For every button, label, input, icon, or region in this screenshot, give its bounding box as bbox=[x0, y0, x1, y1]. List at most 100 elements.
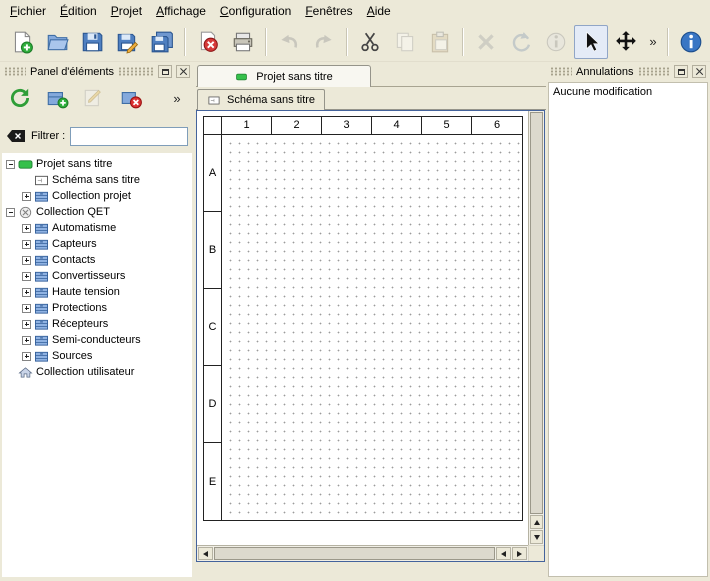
menu-fichier[interactable]: Fichier bbox=[3, 1, 53, 21]
expander-icon[interactable] bbox=[22, 304, 31, 313]
new-element-button[interactable] bbox=[42, 83, 72, 113]
tree-item-collection-qet[interactable]: Collection QET bbox=[2, 204, 192, 220]
save-as-button[interactable] bbox=[110, 25, 144, 59]
paste-button[interactable] bbox=[423, 25, 457, 59]
schema-tab[interactable]: Schéma sans titre bbox=[197, 89, 325, 110]
expander-icon[interactable] bbox=[6, 160, 15, 169]
expander-icon[interactable] bbox=[22, 192, 31, 201]
expander-icon[interactable] bbox=[22, 256, 31, 265]
float-icon bbox=[678, 69, 685, 75]
scroll-left-button-secondary[interactable] bbox=[496, 547, 511, 560]
tree-item-capteurs[interactable]: Capteurs bbox=[2, 236, 192, 252]
vertical-scrollbar[interactable] bbox=[528, 111, 544, 545]
undo-history-list[interactable]: Aucune modification bbox=[548, 82, 708, 577]
close-panel-button[interactable] bbox=[176, 65, 190, 78]
close-file-button[interactable] bbox=[191, 25, 225, 59]
menu-fenetres[interactable]: Fenêtres bbox=[298, 1, 359, 21]
horizontal-scrollbar[interactable] bbox=[197, 545, 528, 561]
tree-item-semi-conducteurs[interactable]: Semi-conducteurs bbox=[2, 332, 192, 348]
backspace-clear-icon[interactable] bbox=[6, 129, 26, 143]
tree-item-collection-projet[interactable]: Collection projet bbox=[2, 188, 192, 204]
expander-icon[interactable] bbox=[22, 320, 31, 329]
open-document-button[interactable] bbox=[40, 25, 74, 59]
toolbar-separator bbox=[346, 28, 348, 56]
tree-item-project[interactable]: Projet sans titre bbox=[2, 156, 192, 172]
expander-icon[interactable] bbox=[22, 288, 31, 297]
menubar: Fichier Édition Projet Affichage Configu… bbox=[0, 0, 710, 22]
main-toolbar: » bbox=[0, 22, 710, 62]
tree-item-sources[interactable]: Sources bbox=[2, 348, 192, 364]
redo-button[interactable] bbox=[307, 25, 341, 59]
tree-item-label: Haute tension bbox=[52, 286, 120, 298]
info-circle-icon bbox=[544, 30, 568, 54]
element-info-button[interactable] bbox=[539, 25, 573, 59]
tree-item-haute-tension[interactable]: Haute tension bbox=[2, 284, 192, 300]
tree-item-recepteurs[interactable]: Récepteurs bbox=[2, 316, 192, 332]
grip-icon[interactable] bbox=[118, 67, 154, 76]
tree-item-protections[interactable]: Protections bbox=[2, 300, 192, 316]
scroll-left-button[interactable] bbox=[198, 547, 213, 560]
print-button[interactable] bbox=[226, 25, 260, 59]
pan-mode-button[interactable] bbox=[609, 25, 643, 59]
menu-affichage[interactable]: Affichage bbox=[149, 1, 213, 21]
vertical-scrollbar-thumb[interactable] bbox=[530, 112, 543, 514]
scroll-up-button[interactable] bbox=[530, 515, 543, 529]
open-folder-icon bbox=[45, 30, 69, 54]
expander-icon[interactable] bbox=[22, 240, 31, 249]
delete-button[interactable] bbox=[469, 25, 503, 59]
expander-icon[interactable] bbox=[22, 272, 31, 281]
scroll-down-button[interactable] bbox=[530, 530, 543, 544]
filter-label: Filtrer : bbox=[31, 130, 65, 142]
row-header: D bbox=[204, 366, 222, 443]
cursor-arrow-icon bbox=[579, 30, 603, 54]
elements-panel-titlebar[interactable]: Panel d'éléments bbox=[2, 64, 192, 79]
rotate-button[interactable] bbox=[504, 25, 538, 59]
undo-panel-titlebar[interactable]: Annulations bbox=[548, 64, 708, 79]
save-all-button[interactable] bbox=[145, 25, 179, 59]
grip-icon[interactable] bbox=[4, 67, 26, 76]
about-button[interactable] bbox=[674, 25, 708, 59]
tree-item-label: Collection QET bbox=[36, 206, 110, 218]
application-window: Fichier Édition Projet Affichage Configu… bbox=[0, 0, 710, 581]
edit-element-button[interactable] bbox=[79, 83, 109, 113]
menu-edition[interactable]: Édition bbox=[53, 1, 104, 21]
filter-input[interactable] bbox=[70, 127, 188, 146]
toolbar-overflow-button[interactable]: » bbox=[644, 27, 662, 57]
collection-icon bbox=[34, 350, 49, 363]
expander-icon[interactable] bbox=[6, 208, 15, 217]
float-panel-button[interactable] bbox=[158, 65, 172, 78]
tree-item-schema[interactable]: Schéma sans titre bbox=[2, 172, 192, 188]
tree-item-automatisme[interactable]: Automatisme bbox=[2, 220, 192, 236]
diagram-canvas[interactable]: 1 2 3 4 5 6 A B C D E bbox=[197, 111, 528, 545]
close-icon bbox=[695, 67, 704, 76]
menu-configuration[interactable]: Configuration bbox=[213, 1, 298, 21]
menu-projet[interactable]: Projet bbox=[104, 1, 149, 21]
cut-button[interactable] bbox=[353, 25, 387, 59]
select-mode-button[interactable] bbox=[574, 25, 608, 59]
elements-toolbar-overflow-button[interactable]: » bbox=[168, 83, 186, 113]
undo-button[interactable] bbox=[272, 25, 306, 59]
tree-item-label: Projet sans titre bbox=[36, 158, 112, 170]
expander-icon[interactable] bbox=[22, 352, 31, 361]
horizontal-scrollbar-thumb[interactable] bbox=[214, 547, 495, 560]
close-panel-button[interactable] bbox=[692, 65, 706, 78]
tree-item-contacts[interactable]: Contacts bbox=[2, 252, 192, 268]
delete-element-button[interactable] bbox=[116, 83, 146, 113]
scroll-right-button[interactable] bbox=[512, 547, 527, 560]
project-tab[interactable]: Projet sans titre bbox=[197, 65, 371, 87]
reload-collections-button[interactable] bbox=[5, 83, 35, 113]
tree-item-convertisseurs[interactable]: Convertisseurs bbox=[2, 268, 192, 284]
tree-item-collection-utilisateur[interactable]: Collection utilisateur bbox=[2, 364, 192, 380]
new-document-button[interactable] bbox=[5, 25, 39, 59]
project-tab-label: Projet sans titre bbox=[256, 71, 332, 83]
tree-item-label: Collection utilisateur bbox=[36, 366, 134, 378]
menu-aide[interactable]: Aide bbox=[360, 1, 398, 21]
grip-icon[interactable] bbox=[638, 67, 671, 76]
grip-icon[interactable] bbox=[550, 67, 572, 76]
expander-icon[interactable] bbox=[22, 224, 31, 233]
save-button[interactable] bbox=[75, 25, 109, 59]
expander-icon[interactable] bbox=[22, 336, 31, 345]
float-panel-button[interactable] bbox=[674, 65, 688, 78]
copy-button[interactable] bbox=[388, 25, 422, 59]
column-header: 2 bbox=[272, 117, 322, 135]
